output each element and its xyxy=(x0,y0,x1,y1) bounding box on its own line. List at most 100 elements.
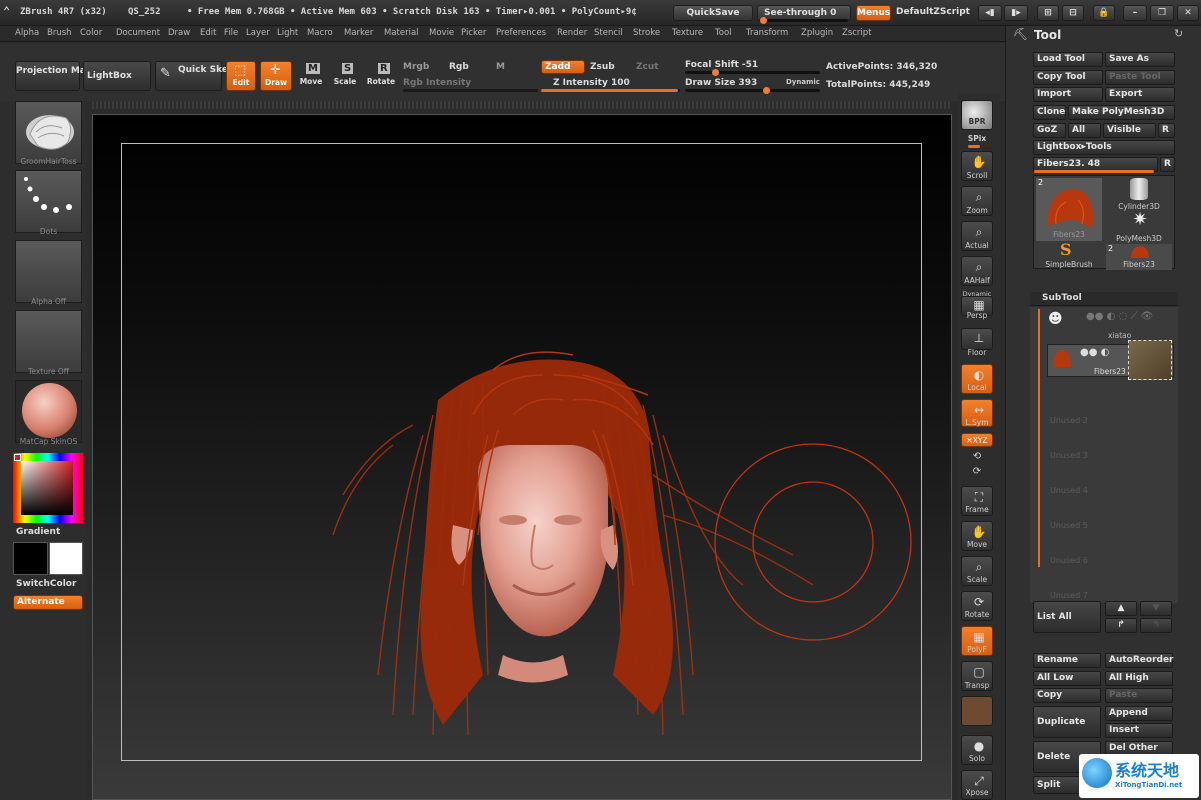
secondary-color-swatch[interactable] xyxy=(49,542,83,575)
menu-marker[interactable]: Marker xyxy=(344,28,373,38)
close-icon[interactable]: ✕ xyxy=(1177,5,1199,21)
menu-picker[interactable]: Picker xyxy=(461,28,486,38)
menu-stroke[interactable]: Stroke xyxy=(633,28,660,38)
menu-document[interactable]: Document xyxy=(116,28,160,38)
move-down-icon[interactable]: ▼ xyxy=(1140,601,1172,616)
lock-icon[interactable]: 🔒 xyxy=(1093,5,1115,21)
spix-label[interactable]: SPix xyxy=(958,134,996,143)
floor-button[interactable]: ⊥ xyxy=(961,328,993,350)
lightbox-button[interactable]: LightBox xyxy=(83,61,151,91)
zcut-button[interactable]: Zcut xyxy=(636,62,659,72)
current-tool-slider[interactable]: Fibers23. 48 xyxy=(1033,157,1158,173)
menu-light[interactable]: Light xyxy=(277,28,298,38)
m-button[interactable]: M xyxy=(496,62,505,72)
window-arrange-icon[interactable]: ⊞ xyxy=(1037,5,1059,21)
menu-alpha[interactable]: Alpha xyxy=(15,28,39,38)
subtool-item-xiatao[interactable]: ☻ ●● ◐ ◌ ⟋ 👁 xiatao xyxy=(1046,311,1174,341)
goz-r-button[interactable]: R xyxy=(1158,123,1175,138)
tool-thumb-polymesh3d[interactable]: ✷ PolyMesh3D xyxy=(1106,209,1172,244)
minimize-icon[interactable]: – xyxy=(1123,5,1147,21)
all-low-button[interactable]: All Low xyxy=(1033,671,1101,686)
rgb-button[interactable]: Rgb xyxy=(449,62,469,72)
menu-layer[interactable]: Layer xyxy=(246,28,270,38)
quicksave-button[interactable]: QuickSave xyxy=(673,5,753,21)
subtool-visibility-toggles-icon[interactable]: ●● ◐ ◌ ⟋ 👁 xyxy=(1086,311,1153,322)
color-picker[interactable] xyxy=(13,453,83,523)
tool-thumb-fibers23-small[interactable]: 2 Fibers23 xyxy=(1106,244,1172,270)
main-color-swatch[interactable] xyxy=(13,542,48,575)
tool-title[interactable]: Tool xyxy=(1034,28,1061,42)
rgb-intensity-slider[interactable]: Rgb Intensity xyxy=(403,78,471,88)
paste-tool-button[interactable]: Paste Tool xyxy=(1105,70,1175,85)
rotate-cw-icon[interactable]: ⟲ xyxy=(958,451,996,462)
menu-edit[interactable]: Edit xyxy=(200,28,216,38)
tool-thumb-fibers23-main[interactable]: 2 Fibers23 xyxy=(1036,178,1102,241)
arrow-back-icon[interactable]: ↰ xyxy=(1140,618,1172,633)
menu-preferences[interactable]: Preferences xyxy=(496,28,546,38)
ghost-button[interactable] xyxy=(961,696,993,726)
color-picker-square[interactable] xyxy=(21,461,73,515)
autoreorder-button[interactable]: AutoReorder xyxy=(1105,653,1174,668)
copy-tool-button[interactable]: Copy Tool xyxy=(1033,70,1103,85)
layout-prev-icon[interactable]: ◂▮ xyxy=(978,5,1002,21)
menu-material[interactable]: Material xyxy=(384,28,419,38)
maximize-icon[interactable]: ❐ xyxy=(1150,5,1174,21)
rotate-button[interactable]: R Rotate xyxy=(364,61,398,91)
insert-button[interactable]: Insert xyxy=(1105,723,1173,738)
alternate-button[interactable]: Alternate xyxy=(13,595,83,610)
alpha-thumbnail[interactable] xyxy=(15,240,82,303)
menu-stencil[interactable]: Stencil xyxy=(594,28,623,38)
current-tool-r-button[interactable]: R xyxy=(1160,157,1175,172)
goz-button[interactable]: GoZ xyxy=(1033,123,1066,138)
menu-brush[interactable]: Brush xyxy=(47,28,72,38)
draw-button[interactable]: ✛ Draw xyxy=(260,61,292,91)
load-tool-button[interactable]: Load Tool xyxy=(1033,52,1103,67)
z-intensity-slider[interactable]: Z Intensity 100 xyxy=(553,78,630,88)
menu-zscript[interactable]: Zscript xyxy=(842,28,872,38)
see-through-slider[interactable]: See-through 0 xyxy=(757,5,851,24)
layout-next-icon[interactable]: ▮▸ xyxy=(1004,5,1028,21)
brush-thumbnail[interactable] xyxy=(15,101,82,164)
mrgb-button[interactable]: Mrgb xyxy=(403,62,429,72)
save-as-button[interactable]: Save As xyxy=(1105,52,1175,67)
switchcolor-button[interactable]: SwitchColor xyxy=(16,579,76,589)
default-zscript-button[interactable]: DefaultZScript xyxy=(894,5,972,21)
lightbox-tools-button[interactable]: Lightbox▸Tools xyxy=(1033,140,1175,155)
all-high-button[interactable]: All High xyxy=(1105,671,1173,686)
visible-button[interactable]: Visible xyxy=(1103,123,1156,138)
gradient-label[interactable]: Gradient xyxy=(16,527,60,537)
menu-file[interactable]: File xyxy=(224,28,238,38)
copy-button[interactable]: Copy xyxy=(1033,688,1101,703)
menu-transform[interactable]: Transform xyxy=(746,28,788,38)
material-thumbnail[interactable] xyxy=(15,380,82,443)
menu-macro[interactable]: Macro xyxy=(307,28,333,38)
menu-render[interactable]: Render xyxy=(557,28,587,38)
tool-thumb-simplebrush[interactable]: S SimpleBrush xyxy=(1036,240,1102,270)
subtool-scrollbar[interactable] xyxy=(1038,309,1040,567)
draw-size-knob[interactable] xyxy=(763,87,770,94)
menus-button[interactable]: Menus xyxy=(856,5,891,21)
rotate-ccw-icon[interactable]: ⟳ xyxy=(958,466,996,477)
append-button[interactable]: Append xyxy=(1105,706,1173,721)
arrow-forward-icon[interactable]: ↱ xyxy=(1105,618,1137,633)
menu-tool[interactable]: Tool xyxy=(715,28,732,38)
menu-color[interactable]: Color xyxy=(80,28,102,38)
scale-button[interactable]: S Scale xyxy=(330,61,360,91)
list-all-button[interactable]: List All xyxy=(1033,601,1101,633)
goz-all-button[interactable]: All xyxy=(1068,123,1101,138)
window-layout-icon[interactable]: ⊟ xyxy=(1062,5,1084,21)
zsub-button[interactable]: Zsub xyxy=(590,62,615,72)
clone-button[interactable]: Clone xyxy=(1033,105,1066,120)
quick-sketch-button[interactable]: ✎ Quick Sketch xyxy=(155,61,244,91)
make-polymesh-button[interactable]: Make PolyMesh3D xyxy=(1068,105,1175,120)
menu-movie[interactable]: Movie xyxy=(429,28,454,38)
panel-refresh-icon[interactable]: ↻ xyxy=(1174,27,1183,40)
texture-thumbnail[interactable] xyxy=(15,310,82,373)
menu-draw[interactable]: Draw xyxy=(168,28,190,38)
menu-zplugin[interactable]: Zplugin xyxy=(801,28,833,38)
duplicate-button[interactable]: Duplicate xyxy=(1033,706,1101,738)
paste-button[interactable]: Paste xyxy=(1105,688,1173,703)
zadd-button[interactable]: Zadd xyxy=(541,60,585,74)
focal-shift-knob[interactable] xyxy=(712,69,719,76)
move-button[interactable]: M Move xyxy=(296,61,326,91)
